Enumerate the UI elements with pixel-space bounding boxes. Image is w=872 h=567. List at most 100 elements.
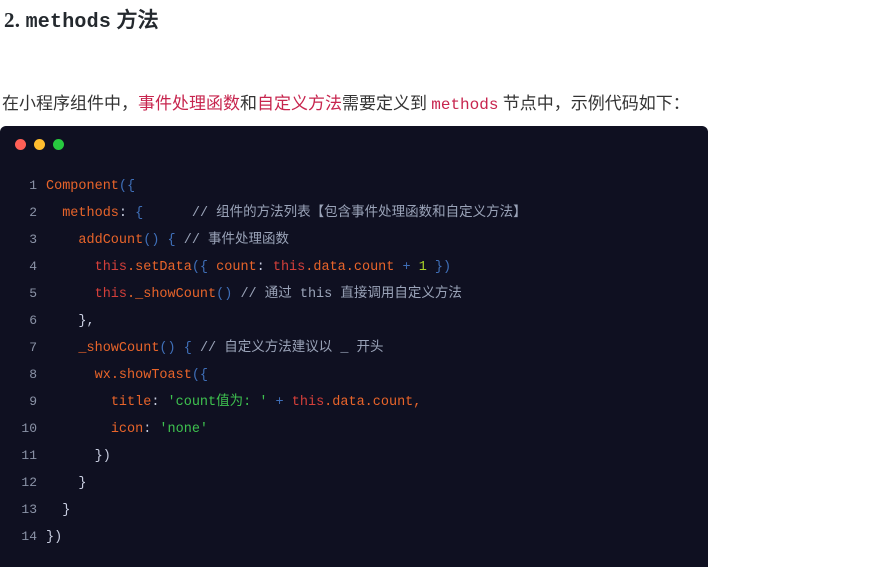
paragraph-part-3: 需要定义到 [342,94,432,113]
token-property: methods [62,206,119,221]
code-line: 7 _showCount() { // 自定义方法建议以 _ 开头 [0,334,708,361]
token-operator: + [394,260,419,275]
code-line: 2 methods: { // 组件的方法列表【包含事件处理函数和自定义方法】 [0,199,708,226]
token-parens: () [159,341,176,356]
paragraph-inline-code: methods [431,96,499,114]
line-number: 12 [21,475,37,490]
token-method: .setData [127,260,192,275]
line-content: this._showCount() // 通过 this 直接调用自定义方法 [46,281,708,308]
token-property: title [110,395,152,410]
heading-number: 2. [4,8,21,32]
heading-mono-term: methods [25,11,112,34]
token-operator: + [267,395,292,410]
token-chain: .data.count [324,395,414,410]
line-content: _showCount() { // 自定义方法建议以 _ 开头 [46,335,708,362]
code-line: 3 addCount() { // 事件处理函数 [0,226,708,253]
line-number: 1 [29,178,37,193]
code-line: 1 Component({ [0,172,708,199]
line-number: 14 [21,529,37,544]
line-content: } [46,497,708,524]
token-property: icon [110,422,144,437]
line-number: 3 [29,232,37,247]
line-content: } [46,470,708,497]
paragraph-highlight-1: 事件处理函数 [138,94,240,113]
line-number: 5 [29,286,37,301]
token-colon: : [118,206,136,221]
paragraph-part-4: 节点中，示例代码如下： [498,94,690,113]
token-chain: .data.count [305,260,395,275]
line-content: icon: 'none' [46,416,708,443]
minimize-dot-icon[interactable] [34,138,45,150]
paragraph-part-1: 在小程序组件中， [2,94,138,113]
line-number: 6 [29,313,37,328]
token-comment: // 事件处理函数 [183,233,290,248]
line-number: 2 [29,205,37,220]
token-parens: () [216,287,233,302]
line-number: 11 [21,448,37,463]
token-string: 'count值为: ' [167,395,268,410]
token-function: _showCount [78,341,160,356]
code-line: 8 wx.showToast({ [0,361,708,388]
code-line: 9 title: 'count值为: ' + this.data.count, [0,388,708,415]
code-line: 11 }) [0,442,708,469]
line-content: wx.showToast({ [46,362,708,389]
close-dot-icon[interactable] [15,138,26,150]
line-content: Component({ [46,173,708,200]
token-object: wx [94,368,111,383]
code-line: 14 }) [0,523,708,550]
token-colon: : [151,395,168,410]
code-line: 12 } [0,469,708,496]
code-block: 1 Component({ 2 methods: { // 组件的方法列表【包含… [0,126,708,567]
token-brace: }) [46,530,63,545]
token-this: this [272,260,306,275]
token-brace: { [159,233,184,248]
code-line: 13 } [0,496,708,523]
line-number: 9 [29,394,37,409]
maximize-dot-icon[interactable] [53,138,64,150]
token-function: Component [46,179,119,194]
code-line: 6 }, [0,307,708,334]
line-number: 4 [29,259,37,274]
token-open: ({ [191,260,217,275]
line-number: 7 [29,340,37,355]
token-parens: () [143,233,160,248]
line-content: methods: { // 组件的方法列表【包含事件处理函数和自定义方法】 [46,200,708,227]
token-function: addCount [78,233,144,248]
token-brace: }, [78,314,95,329]
token-property: count [216,260,257,275]
token-open: ({ [191,368,209,383]
token-comment: // 通过 this 直接调用自定义方法 [232,287,462,302]
line-content: this.setData({ count: this.data.count + … [46,254,708,281]
token-this: this [94,287,128,302]
token-comment: // 自定义方法建议以 _ 开头 [199,341,384,356]
token-method: ._showCount [127,287,217,302]
token-punct: ({ [118,179,136,194]
code-window-titlebar [0,126,708,162]
line-content: }, [46,308,708,335]
token-brace: } [78,476,87,491]
line-content: addCount() { // 事件处理函数 [46,227,708,254]
heading-cn-term: 方法 [116,8,159,32]
line-content: }) [46,443,708,470]
token-colon: : [256,260,273,275]
code-line: 4 this.setData({ count: this.data.count … [0,253,708,280]
code-content[interactable]: 1 Component({ 2 methods: { // 组件的方法列表【包含… [0,162,708,550]
token-comma: , [413,395,422,410]
line-number: 13 [21,502,37,517]
token-brace: } [62,503,71,518]
token-string: 'none' [159,422,209,437]
intro-paragraph: 在小程序组件中，事件处理函数和自定义方法需要定义到 methods 节点中，示例… [2,91,872,118]
token-method: .showToast [110,368,192,383]
paragraph-part-2: 和 [240,94,257,113]
token-comment: // 组件的方法列表【包含事件处理函数和自定义方法】 [191,206,527,221]
page-title: 2. methods 方法 [4,5,872,38]
line-content: title: 'count值为: ' + this.data.count, [46,389,708,416]
line-number: 8 [29,367,37,382]
paragraph-highlight-2: 自定义方法 [257,94,342,113]
line-content: }) [46,524,708,551]
token-number: 1 [418,260,427,275]
code-line: 5 this._showCount() // 通过 this 直接调用自定义方法 [0,280,708,307]
code-line: 10 icon: 'none' [0,415,708,442]
token-brace: { [135,206,144,221]
line-number: 10 [21,421,37,436]
